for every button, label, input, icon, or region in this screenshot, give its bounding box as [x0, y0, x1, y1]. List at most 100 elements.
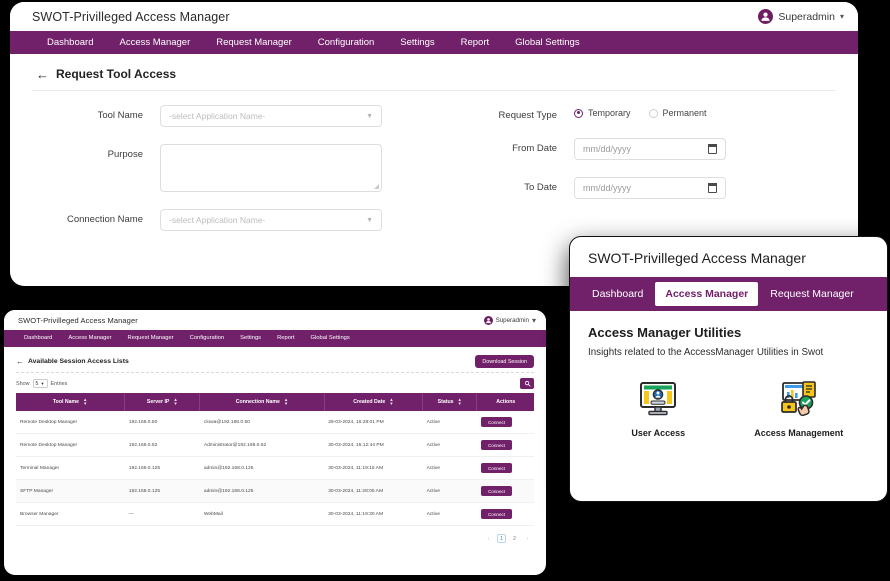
- connect-button[interactable]: Connect: [480, 509, 513, 520]
- nav-item-global-settings[interactable]: Global Settings: [502, 31, 592, 54]
- nav-item-settings[interactable]: Settings: [387, 31, 447, 54]
- cell-created-date: 30-03-2024, 11:19:30 AM: [324, 502, 423, 527]
- col-actions: Actions: [476, 393, 534, 412]
- radio-permanent[interactable]: Permanent: [648, 108, 707, 118]
- connect-button[interactable]: Connect: [480, 463, 513, 474]
- cell-status: Active: [422, 456, 477, 481]
- cell-actions: Connect: [476, 502, 534, 527]
- user-menu[interactable]: Superadmin ▾: [758, 9, 844, 24]
- tile-access-management-label: Access Management: [754, 428, 844, 438]
- list-title-group: ← Available Session Access Lists: [16, 357, 129, 366]
- cell-status: Active: [422, 411, 477, 435]
- connect-button[interactable]: Connect: [480, 440, 513, 451]
- col-created-date[interactable]: Created Date ▲ ▼: [324, 393, 424, 412]
- radio-permanent-label: Permanent: [662, 108, 707, 118]
- cell-actions: Connect: [476, 433, 534, 458]
- chevron-down-icon: ▼: [366, 216, 373, 224]
- request-type-label: Request Type: [498, 110, 557, 121]
- main-navbar: Dashboard Access Manager Request Manager…: [10, 31, 858, 54]
- entries-select[interactable]: 5 ▼: [32, 379, 48, 388]
- pagination-page-2[interactable]: 2: [510, 534, 519, 543]
- pagination-prev[interactable]: ‹: [484, 534, 493, 543]
- to-date-placeholder: mm/dd/yyyy: [583, 183, 632, 193]
- sort-icon: ▲ ▼: [83, 397, 88, 407]
- from-date-placeholder: mm/dd/yyyy: [583, 144, 632, 154]
- col-tool-name[interactable]: Tool Name ▲ ▼: [16, 393, 126, 412]
- show-entries-control: Show 5 ▼ Entries: [16, 379, 67, 388]
- nav-item-dashboard[interactable]: Dashboard: [34, 31, 106, 54]
- entries-value: 5: [35, 380, 39, 387]
- nav-item-report[interactable]: Report: [448, 31, 503, 54]
- avatar: [483, 315, 493, 325]
- pagination-page-1[interactable]: 1: [497, 534, 506, 544]
- nav-item-configuration[interactable]: Configuration: [305, 31, 388, 54]
- table-toolbar: Show 5 ▼ Entries: [4, 373, 546, 393]
- entries-label: Entries: [50, 380, 68, 387]
- monitor-user-access-icon: [640, 382, 677, 416]
- radio-temporary[interactable]: Temporary: [574, 108, 631, 118]
- cell-connection-name: clowa@192.168.0.50: [199, 411, 325, 435]
- calendar-icon[interactable]: [707, 144, 718, 154]
- utility-tiles: User Access Access Management: [588, 380, 869, 438]
- connect-button[interactable]: Connect: [480, 486, 513, 497]
- back-arrow-icon[interactable]: ←: [36, 68, 49, 81]
- nav-item-dashboard[interactable]: Dashboard: [16, 330, 60, 347]
- search-button[interactable]: [520, 378, 534, 389]
- cell-status: Active: [422, 479, 477, 504]
- col-connection-name[interactable]: Connection Name ▲ ▼: [199, 393, 325, 412]
- nav-item-access-manager[interactable]: Access Manager: [106, 31, 203, 54]
- list-window-navbar: Dashboard Access Manager Request Manager…: [4, 330, 546, 347]
- tile-access-management[interactable]: Access Management: [729, 380, 870, 438]
- nav-item-configuration[interactable]: Configuration: [182, 330, 232, 347]
- col-status[interactable]: Status ▲ ▼: [422, 393, 478, 412]
- list-window-user-menu[interactable]: Superadmin ▾: [483, 315, 536, 325]
- tab-request-manager[interactable]: Request Manager: [758, 277, 865, 311]
- cell-server-ip: 192.168.0.125: [124, 456, 200, 481]
- download-session-button[interactable]: Download Session: [475, 355, 534, 368]
- screenshot-stage: SWOT-Privilleged Access Manager Superadm…: [0, 0, 890, 581]
- to-date-input[interactable]: mm/dd/yyyy: [574, 177, 726, 199]
- tool-name-select[interactable]: -select Application Name- ▼: [160, 105, 382, 127]
- back-arrow-icon[interactable]: ←: [16, 357, 24, 366]
- tab-dashboard[interactable]: Dashboard: [580, 277, 655, 311]
- request-form: Tool Name -select Application Name- ▼ Pu…: [10, 91, 858, 248]
- to-date-label: To Date: [524, 182, 557, 193]
- calendar-icon[interactable]: [707, 183, 718, 193]
- radio-dot-icon: [648, 108, 658, 118]
- col-label: Server IP: [146, 399, 170, 406]
- tool-name-label: Tool Name: [97, 110, 143, 121]
- connection-name-placeholder: -select Application Name-: [169, 215, 266, 225]
- field-purpose: Purpose: [10, 144, 434, 192]
- field-from-date: From Date mm/dd/yyyy: [434, 138, 858, 160]
- sort-icon: ▲ ▼: [389, 397, 394, 407]
- cell-tool-name: Remote Desktop Manager: [16, 411, 125, 435]
- nav-item-global-settings[interactable]: Global Settings: [302, 330, 357, 347]
- table-row: Terminal Manager 192.168.0.125 admin@192…: [16, 456, 534, 481]
- connect-button[interactable]: Connect: [480, 417, 513, 428]
- tab-access-manager[interactable]: Access Manager: [655, 282, 759, 306]
- cell-tool-name: SFTP Manager: [16, 479, 125, 504]
- col-server-ip[interactable]: Server IP ▲ ▼: [124, 393, 201, 412]
- chevron-down-icon: ▾: [531, 315, 536, 325]
- cell-server-ip: 192.168.0.125: [124, 479, 200, 504]
- field-tool-name: Tool Name -select Application Name- ▼: [10, 105, 434, 127]
- form-right-column: Request Type Temporary Permanent From Da: [434, 105, 858, 248]
- from-date-label: From Date: [512, 143, 557, 154]
- sort-icon: ▲ ▼: [283, 397, 289, 407]
- cell-created-date: 30-03-2024, 15:12:44 PM: [324, 433, 423, 458]
- session-access-list-window: SWOT-Privilleged Access Manager Superadm…: [4, 310, 546, 575]
- nav-item-report[interactable]: Report: [269, 330, 302, 347]
- connection-name-select[interactable]: -select Application Name- ▼: [160, 209, 382, 231]
- nav-item-settings[interactable]: Settings: [232, 330, 269, 347]
- show-label: Show: [16, 380, 30, 387]
- tile-user-access[interactable]: User Access: [588, 380, 729, 438]
- field-request-type: Request Type Temporary Permanent: [434, 105, 858, 121]
- pagination: ‹ 1 2 ›: [4, 526, 546, 544]
- nav-item-request-manager[interactable]: Request Manager: [120, 330, 182, 347]
- purpose-textarea[interactable]: [160, 144, 382, 192]
- nav-item-request-manager[interactable]: Request Manager: [203, 31, 305, 54]
- pagination-next[interactable]: ›: [523, 534, 532, 543]
- from-date-input[interactable]: mm/dd/yyyy: [574, 138, 726, 160]
- nav-item-access-manager[interactable]: Access Manager: [60, 330, 119, 347]
- search-icon: [524, 380, 531, 387]
